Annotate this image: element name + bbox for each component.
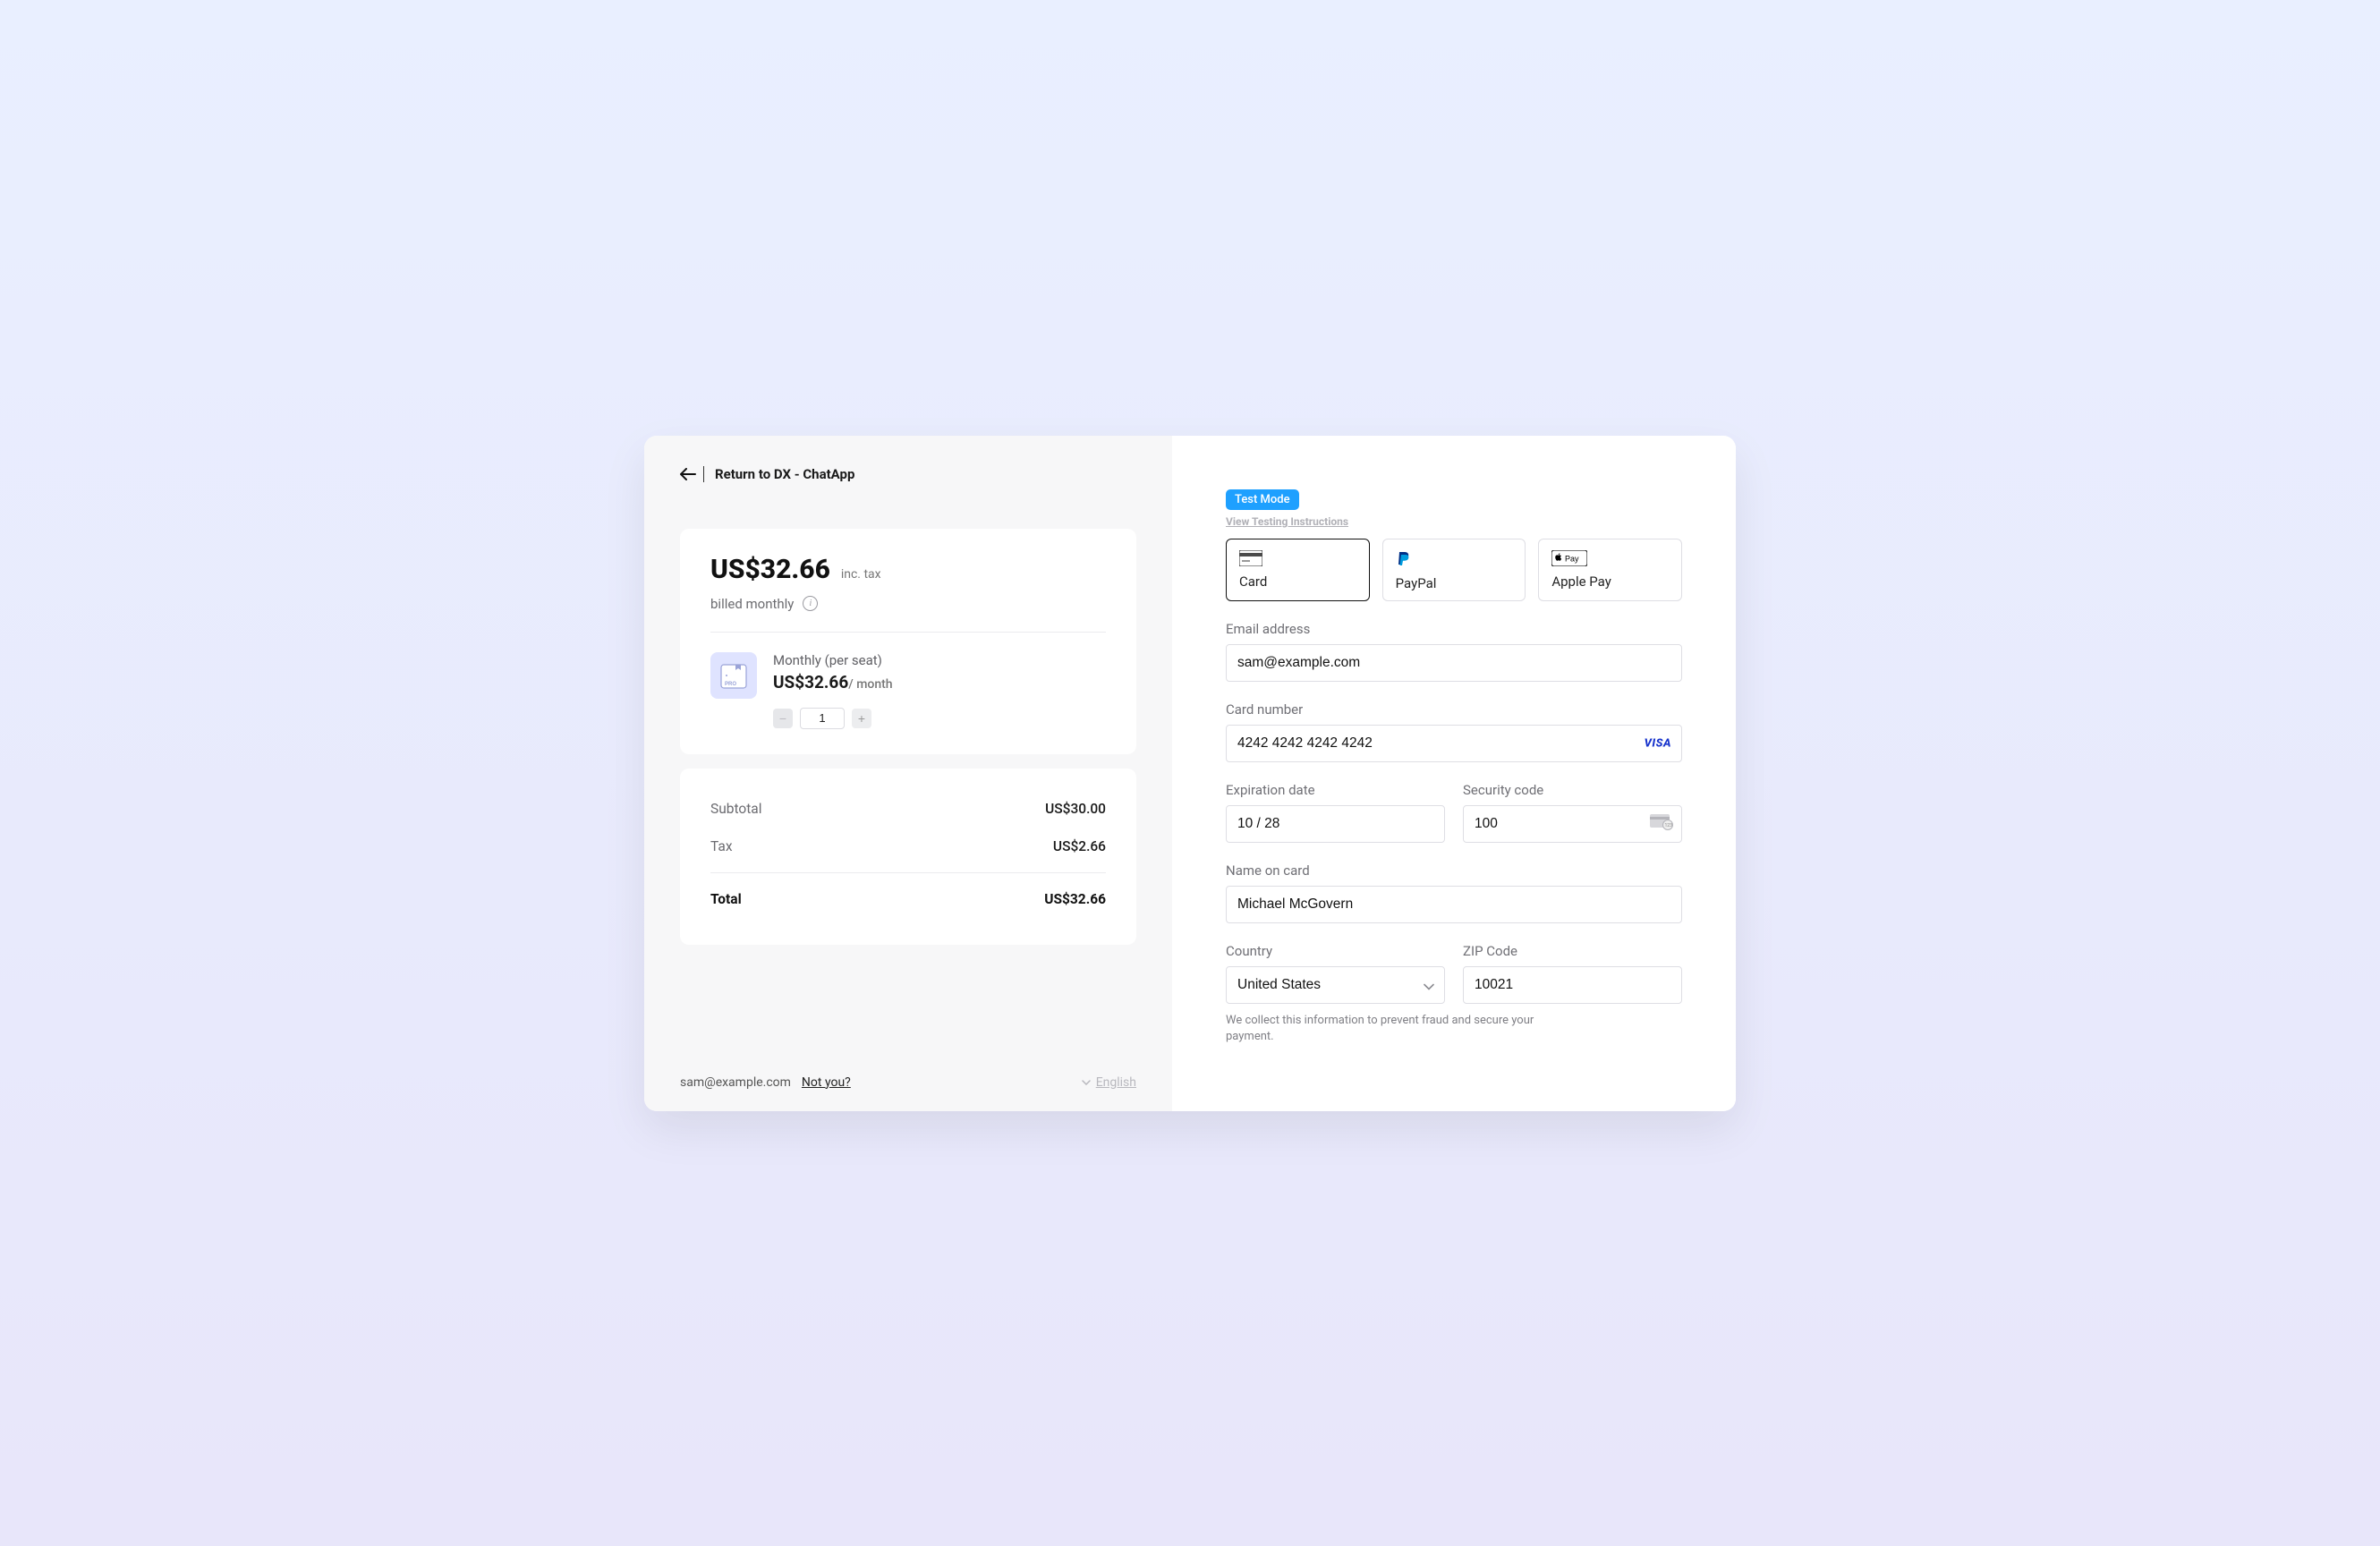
method-card[interactable]: Card xyxy=(1226,539,1370,601)
tax-value: US$2.66 xyxy=(1053,838,1106,854)
info-icon[interactable]: i xyxy=(803,596,818,611)
divider xyxy=(710,872,1106,873)
svg-text:PRO: PRO xyxy=(725,682,736,687)
not-you-link[interactable]: Not you? xyxy=(802,1075,851,1090)
exp-label: Expiration date xyxy=(1226,782,1445,798)
billed-label: billed monthly xyxy=(710,596,794,612)
qty-increment-button[interactable]: + xyxy=(852,709,871,728)
per-month: / month xyxy=(848,677,892,692)
email-field[interactable] xyxy=(1226,644,1682,682)
test-mode-badge: Test Mode xyxy=(1226,489,1299,510)
cardnum-label: Card number xyxy=(1226,701,1682,718)
summary-panel: Return to DX - ChatApp US$32.66 inc. tax… xyxy=(644,436,1172,1111)
card-brand-icon: VISA xyxy=(1645,736,1671,750)
subtotal-value: US$30.00 xyxy=(1045,801,1106,817)
totals-card: Subtotal US$30.00 Tax US$2.66 Total US$3… xyxy=(680,769,1136,945)
cvc-icon: 123 xyxy=(1650,814,1673,834)
payment-methods: Card PayPal Pay Apple Pay xyxy=(1226,539,1682,601)
zip-field[interactable] xyxy=(1463,966,1682,1004)
tax-label: Tax xyxy=(710,838,733,854)
total-label: Total xyxy=(710,891,742,907)
total-value: US$32.66 xyxy=(1044,891,1106,907)
summary-footer: sam@example.com Not you? English xyxy=(680,1075,1136,1090)
inc-tax-label: inc. tax xyxy=(841,567,881,582)
arrow-left-icon xyxy=(680,468,696,480)
chevron-down-icon xyxy=(1082,1080,1091,1085)
svg-text:123: 123 xyxy=(1665,823,1673,828)
plan-name: Monthly (per seat) xyxy=(773,652,893,668)
qty-decrement-button: − xyxy=(773,709,793,728)
method-applepay-label: Apple Pay xyxy=(1551,573,1669,590)
name-field[interactable] xyxy=(1226,886,1682,923)
method-paypal-label: PayPal xyxy=(1396,575,1513,591)
language-label: English xyxy=(1096,1075,1136,1090)
country-select[interactable]: United States xyxy=(1226,966,1445,1004)
payment-panel: Test Mode View Testing Instructions Card… xyxy=(1172,436,1736,1111)
country-label: Country xyxy=(1226,943,1445,959)
fraud-disclaimer: We collect this information to prevent f… xyxy=(1226,1013,1566,1047)
footer-email: sam@example.com xyxy=(680,1075,791,1090)
price-card: US$32.66 inc. tax billed monthly i PRO M… xyxy=(680,529,1136,754)
subtotal-label: Subtotal xyxy=(710,801,761,817)
plan-price: US$32.66 xyxy=(773,672,848,692)
quantity-stepper: − + xyxy=(773,708,1106,729)
method-applepay[interactable]: Pay Apple Pay xyxy=(1538,539,1682,601)
card-icon xyxy=(1239,550,1262,566)
method-paypal[interactable]: PayPal xyxy=(1382,539,1526,601)
name-label: Name on card xyxy=(1226,862,1682,879)
divider xyxy=(710,632,1106,633)
svg-text:Pay: Pay xyxy=(1565,554,1579,563)
cvc-label: Security code xyxy=(1463,782,1682,798)
email-label: Email address xyxy=(1226,621,1682,637)
plan-icon: PRO xyxy=(710,652,757,699)
price-amount: US$32.66 xyxy=(710,554,830,585)
testing-instructions-link[interactable]: View Testing Instructions xyxy=(1226,515,1682,528)
language-selector[interactable]: English xyxy=(1082,1075,1136,1090)
method-card-label: Card xyxy=(1239,573,1356,590)
paypal-icon xyxy=(1396,550,1412,568)
divider xyxy=(703,466,704,482)
checkout-modal: Return to DX - ChatApp US$32.66 inc. tax… xyxy=(644,436,1736,1111)
return-label: Return to DX - ChatApp xyxy=(715,466,854,482)
cardnum-field[interactable] xyxy=(1226,725,1682,762)
applepay-icon: Pay xyxy=(1551,550,1587,566)
qty-input[interactable] xyxy=(800,708,845,729)
zip-label: ZIP Code xyxy=(1463,943,1682,959)
expiration-field[interactable] xyxy=(1226,805,1445,843)
return-link[interactable]: Return to DX - ChatApp xyxy=(680,466,1136,482)
